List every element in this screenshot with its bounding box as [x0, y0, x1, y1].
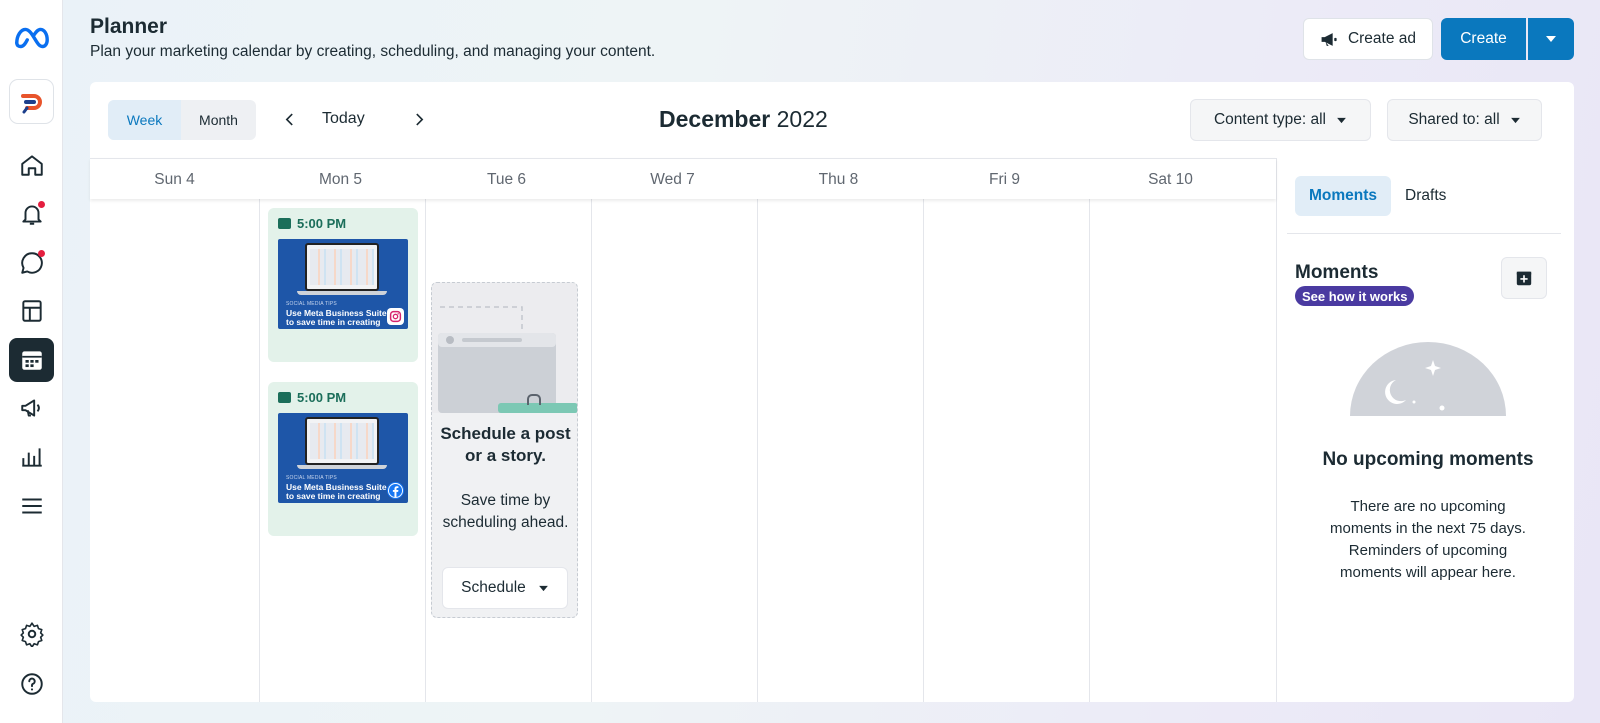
chevron-down-icon [1337, 117, 1346, 123]
moments-title: Moments [1295, 262, 1379, 283]
notifications-icon[interactable] [9, 192, 54, 236]
empty-state-description: There are no upcoming moments in the nex… [1330, 498, 1526, 581]
next-week-button[interactable] [404, 104, 434, 134]
schedule-prompt-card: Schedule a post or a story. Save time by… [431, 282, 578, 618]
tab-drafts[interactable]: Drafts [1391, 176, 1460, 216]
night-moon-illustration [1350, 342, 1506, 416]
post-type-icon [278, 218, 291, 229]
post-time: 5:00 PM [278, 216, 346, 231]
chevron-down-icon [538, 585, 548, 591]
day-header-sun: Sun 4 [154, 170, 195, 188]
scheduled-post-card[interactable]: 5:00 PM SOCIAL MEDIA TIPS Use Meta Busin… [268, 208, 418, 362]
post-thumbnail: SOCIAL MEDIA TIPS Use Meta Business Suit… [278, 413, 408, 503]
month-name: December [659, 106, 771, 132]
notification-dot [38, 201, 45, 208]
thumb-tag: SOCIAL MEDIA TIPS [286, 301, 337, 307]
current-month-title: December 2022 [659, 106, 828, 133]
help-icon[interactable] [9, 662, 54, 706]
laptop-illustration [305, 243, 379, 291]
create-menu-button[interactable] [1528, 18, 1574, 60]
add-moment-button[interactable] [1501, 257, 1547, 299]
column-divider [923, 199, 924, 702]
post-time: 5:00 PM [278, 390, 346, 405]
ads-megaphone-icon[interactable] [9, 386, 54, 430]
tab-moments[interactable]: Moments [1295, 176, 1392, 216]
day-header-sat: Sat 10 [1148, 170, 1193, 188]
week-calendar: Sun 4 Mon 5 Tue 6 Wed 7 Thu 8 Fri 9 Sat … [90, 158, 1276, 702]
post-time-label: 5:00 PM [297, 216, 347, 231]
menu-icon[interactable] [9, 484, 54, 528]
schedule-label: Schedule [461, 579, 526, 596]
day-header-tue: Tue 6 [486, 170, 527, 188]
post-time-label: 5:00 PM [297, 390, 347, 405]
post-type-icon [278, 392, 291, 403]
content-type-label: Content type: all [1213, 111, 1326, 128]
home-icon[interactable] [9, 143, 54, 187]
page-subtitle: Plan your marketing calendar by creating… [90, 43, 656, 60]
day-header-thu: Thu 8 [818, 170, 859, 188]
scheduled-post-card[interactable]: 5:00 PM SOCIAL MEDIA TIPS Use Meta Busin… [268, 382, 418, 536]
month-view-button[interactable]: Month [181, 100, 256, 140]
page-title: Planner [90, 15, 168, 38]
insights-icon[interactable] [9, 435, 54, 479]
create-ad-button[interactable]: Create ad [1303, 18, 1433, 60]
create-button[interactable]: Create [1441, 18, 1526, 60]
thumb-headline: Use Meta Business Suite to save time in … [286, 308, 387, 327]
planner-icon[interactable] [9, 338, 54, 382]
column-divider [591, 199, 592, 702]
left-navigation-rail [0, 0, 63, 723]
tabs-divider [1287, 233, 1561, 234]
day-header-wed: Wed 7 [650, 170, 695, 188]
shared-to-filter[interactable]: Shared to: all [1387, 99, 1542, 141]
year: 2022 [776, 106, 828, 132]
column-divider [259, 199, 260, 702]
column-divider [1089, 199, 1090, 702]
laptop-base [297, 291, 387, 295]
column-divider [425, 199, 426, 702]
empty-state-title: No upcoming moments [1322, 449, 1534, 470]
schedule-button[interactable]: Schedule [442, 567, 568, 609]
message-dot [38, 250, 45, 257]
shared-to-label: Shared to: all [1408, 111, 1500, 128]
view-switcher: Week Month [108, 100, 256, 140]
thumb-tag: SOCIAL MEDIA TIPS [286, 475, 337, 481]
schedule-prompt-title: Schedule a post or a story. [440, 424, 571, 465]
previous-week-button[interactable] [274, 104, 304, 134]
add-calendar-icon [1516, 271, 1532, 286]
day-header-fri: Fri 9 [989, 170, 1020, 188]
moments-side-panel: Moments Drafts Moments See how it works … [1276, 158, 1574, 702]
column-divider [757, 199, 758, 702]
chevron-left-icon [285, 113, 293, 125]
calendar-header: Sun 4 Mon 5 Tue 6 Wed 7 Thu 8 Fri 9 Sat … [90, 158, 1276, 199]
see-how-it-works-badge[interactable]: See how it works [1295, 286, 1415, 306]
brand-logo-icon[interactable] [9, 79, 54, 124]
chevron-down-icon [1546, 36, 1556, 42]
laptop-base [297, 465, 387, 469]
instagram-icon [387, 308, 404, 325]
chevron-right-icon [415, 113, 423, 125]
planner-card: Week Month Today December 2022 Content t… [90, 82, 1574, 702]
post-thumbnail: SOCIAL MEDIA TIPS Use Meta Business Suit… [278, 239, 408, 329]
content-type-filter[interactable]: Content type: all [1190, 99, 1371, 141]
laptop-illustration [305, 417, 379, 465]
create-label: Create [1460, 30, 1507, 47]
today-button[interactable]: Today [322, 110, 365, 128]
schedule-prompt-description: Save time by scheduling ahead. [442, 492, 569, 531]
day-header-mon: Mon 5 [318, 170, 363, 188]
side-panel-tabs: Moments Drafts [1295, 176, 1460, 216]
create-ad-label: Create ad [1347, 30, 1417, 47]
content-icon[interactable] [9, 289, 54, 333]
facebook-icon [387, 482, 404, 499]
calendar-illustration-icon [432, 283, 577, 413]
messages-icon[interactable] [9, 241, 54, 285]
chevron-down-icon [1510, 117, 1520, 123]
megaphone-icon [1321, 32, 1337, 46]
settings-icon[interactable] [9, 612, 54, 656]
thumb-headline: Use Meta Business Suite to save time in … [286, 482, 387, 501]
meta-logo-icon[interactable] [9, 15, 54, 59]
week-view-button[interactable]: Week [108, 100, 181, 140]
